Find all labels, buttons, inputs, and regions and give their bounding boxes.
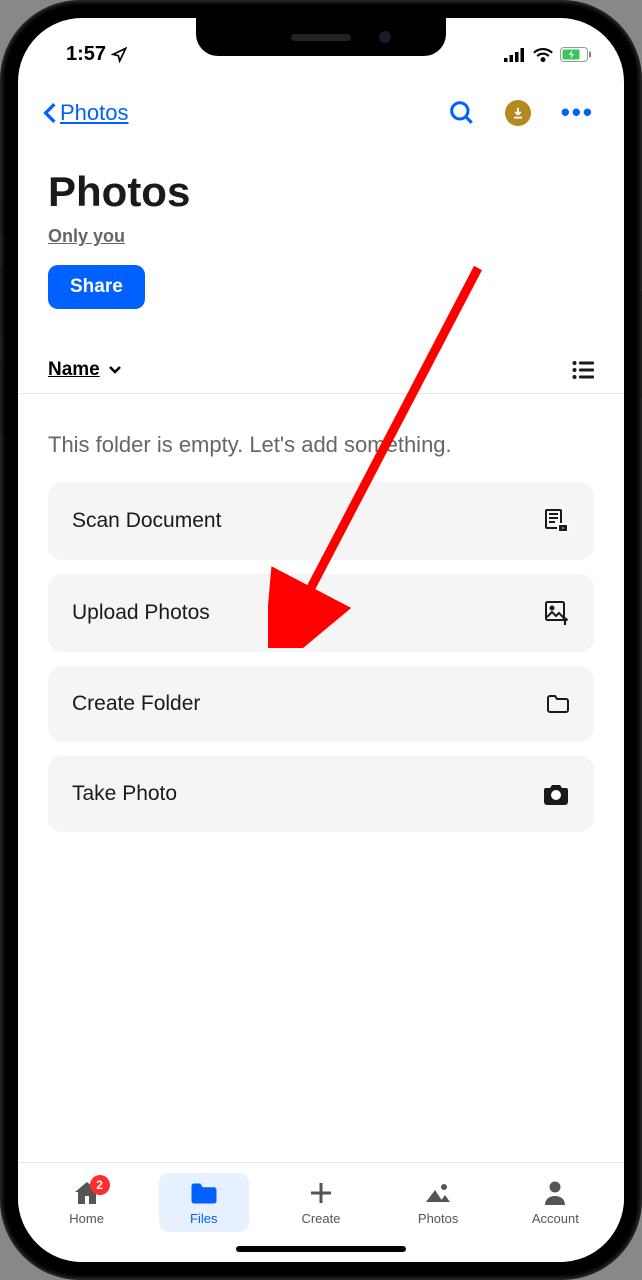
search-icon[interactable] bbox=[449, 100, 475, 126]
tab-label: Home bbox=[69, 1211, 104, 1226]
status-time: 1:57 bbox=[66, 43, 106, 66]
tab-label: Account bbox=[532, 1211, 579, 1226]
battery-icon bbox=[560, 47, 592, 62]
chevron-left-icon bbox=[42, 102, 58, 124]
sort-label: Name bbox=[48, 359, 100, 381]
action-label: Create Folder bbox=[72, 692, 200, 716]
phone-notch bbox=[196, 18, 446, 56]
phone-frame: 1:57 Photos ••• bbox=[0, 0, 642, 1280]
scan-document-button[interactable]: Scan Document bbox=[48, 482, 594, 560]
photos-icon bbox=[424, 1182, 452, 1204]
access-link[interactable]: Only you bbox=[48, 226, 594, 247]
create-folder-button[interactable]: Create Folder bbox=[48, 666, 594, 742]
back-button[interactable]: Photos bbox=[42, 100, 129, 126]
page-title: Photos bbox=[48, 168, 594, 216]
take-photo-button[interactable]: Take Photo bbox=[48, 756, 594, 832]
account-icon bbox=[543, 1180, 567, 1206]
tab-label: Create bbox=[301, 1211, 340, 1226]
download-badge-icon[interactable] bbox=[505, 100, 531, 126]
view-list-icon[interactable] bbox=[572, 361, 594, 379]
files-icon bbox=[189, 1181, 219, 1206]
home-indicator[interactable] bbox=[236, 1246, 406, 1252]
action-label: Scan Document bbox=[72, 509, 221, 533]
location-icon bbox=[111, 47, 127, 63]
tab-home[interactable]: 2 Home bbox=[42, 1173, 132, 1232]
action-label: Upload Photos bbox=[72, 601, 210, 625]
plus-icon bbox=[308, 1180, 334, 1206]
action-label: Take Photo bbox=[72, 782, 177, 806]
upload-photos-button[interactable]: Upload Photos bbox=[48, 574, 594, 652]
sort-dropdown[interactable]: Name bbox=[48, 359, 122, 381]
tab-label: Files bbox=[190, 1211, 217, 1226]
page-header: Photos Only you Share bbox=[18, 138, 624, 309]
tab-photos[interactable]: Photos bbox=[393, 1173, 483, 1232]
more-icon[interactable]: ••• bbox=[561, 97, 594, 128]
camera-icon bbox=[542, 783, 570, 805]
cellular-icon bbox=[504, 48, 526, 62]
chevron-down-icon bbox=[108, 365, 122, 375]
back-label: Photos bbox=[60, 100, 129, 126]
tab-create[interactable]: Create bbox=[276, 1173, 366, 1232]
wifi-icon bbox=[533, 47, 553, 62]
folder-icon bbox=[546, 693, 570, 715]
sort-bar: Name bbox=[18, 359, 624, 394]
tab-account[interactable]: Account bbox=[510, 1173, 600, 1232]
scan-document-icon bbox=[544, 508, 570, 534]
tab-files[interactable]: Files bbox=[159, 1173, 249, 1232]
upload-photos-icon bbox=[544, 600, 570, 626]
empty-folder-message: This folder is empty. Let's add somethin… bbox=[18, 394, 624, 482]
nav-bar: Photos ••• bbox=[18, 73, 624, 138]
action-list: Scan Document Upload Photos Create Folde… bbox=[18, 482, 624, 832]
tab-label: Photos bbox=[418, 1211, 458, 1226]
share-button[interactable]: Share bbox=[48, 265, 145, 309]
tab-home-badge: 2 bbox=[90, 1175, 110, 1195]
